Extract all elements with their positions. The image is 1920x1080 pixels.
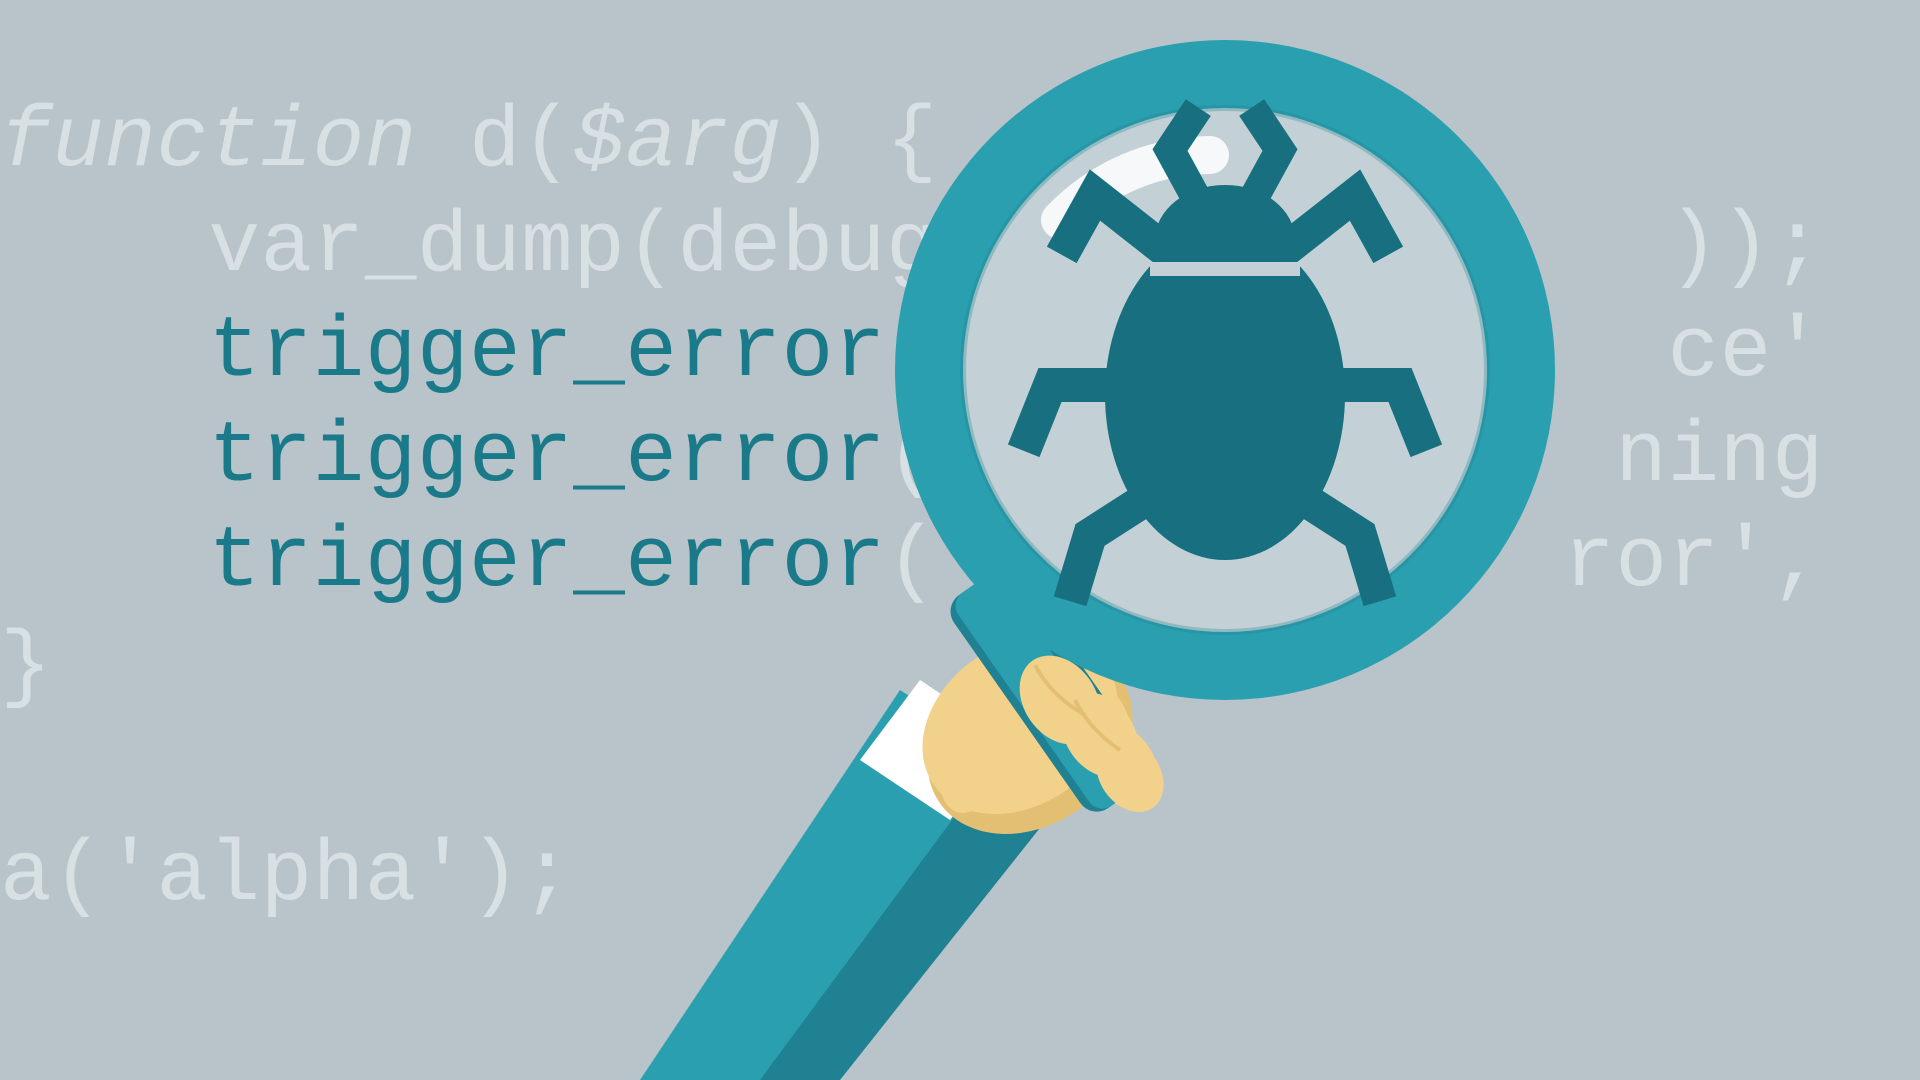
code-line-2: var_dump(debug_ )); — [0, 198, 1824, 296]
code-background: function d($arg) { var_dump(debug_ )); t… — [0, 0, 1920, 1080]
code-call: a('alpha'); — [0, 827, 573, 925]
code-text: ( ning — [886, 408, 1824, 506]
code-indent — [0, 513, 208, 611]
code-indent — [0, 303, 208, 401]
code-trigger-error-3: trigger_error — [208, 513, 885, 611]
code-text: ( ce' — [886, 303, 1824, 401]
code-brace-close: } — [0, 618, 52, 716]
code-keyword-function: function — [0, 93, 417, 191]
code-trigger-error-1: trigger_error — [208, 303, 885, 401]
code-indent — [0, 408, 208, 506]
code-trigger-error-2: trigger_error — [208, 408, 885, 506]
code-text: ) { — [782, 93, 938, 191]
code-text: d( — [417, 93, 573, 191]
code-text: (' ror', — [886, 513, 1824, 611]
code-param: $arg — [573, 93, 781, 191]
